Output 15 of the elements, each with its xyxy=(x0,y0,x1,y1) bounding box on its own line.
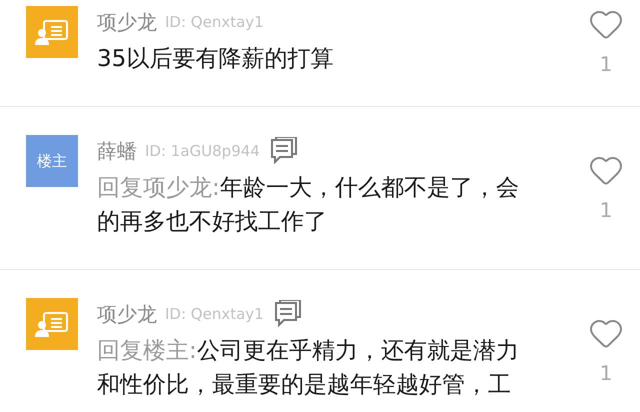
user-id: ID: 1aGU8p944 xyxy=(145,142,260,160)
profile-card-icon xyxy=(35,311,69,337)
profile-card-icon xyxy=(35,19,69,45)
user-id: ID: Qenxtay1 xyxy=(165,13,264,31)
comment-text: 回复项少龙:年龄一大，什么都不是了，会 的再多也不好找工作了 xyxy=(97,174,520,237)
like-count: 1 xyxy=(600,52,612,76)
comment-text: 回复楼主:公司更在乎精力，还有就是潜力 和性价比，最重要的是越年轻越好管，工 xyxy=(97,337,520,400)
user-name[interactable]: 项少龙 xyxy=(97,8,157,36)
like-count: 1 xyxy=(600,361,612,385)
comment-text: 35以后要有降薪的打算 xyxy=(97,45,334,74)
user-id: ID: Qenxtay1 xyxy=(165,305,264,323)
like-count: 1 xyxy=(600,198,612,222)
avatar: 楼主 xyxy=(26,135,78,187)
user-name[interactable]: 项少龙 xyxy=(97,300,157,328)
user-name[interactable]: 薛蟠 xyxy=(97,138,137,164)
